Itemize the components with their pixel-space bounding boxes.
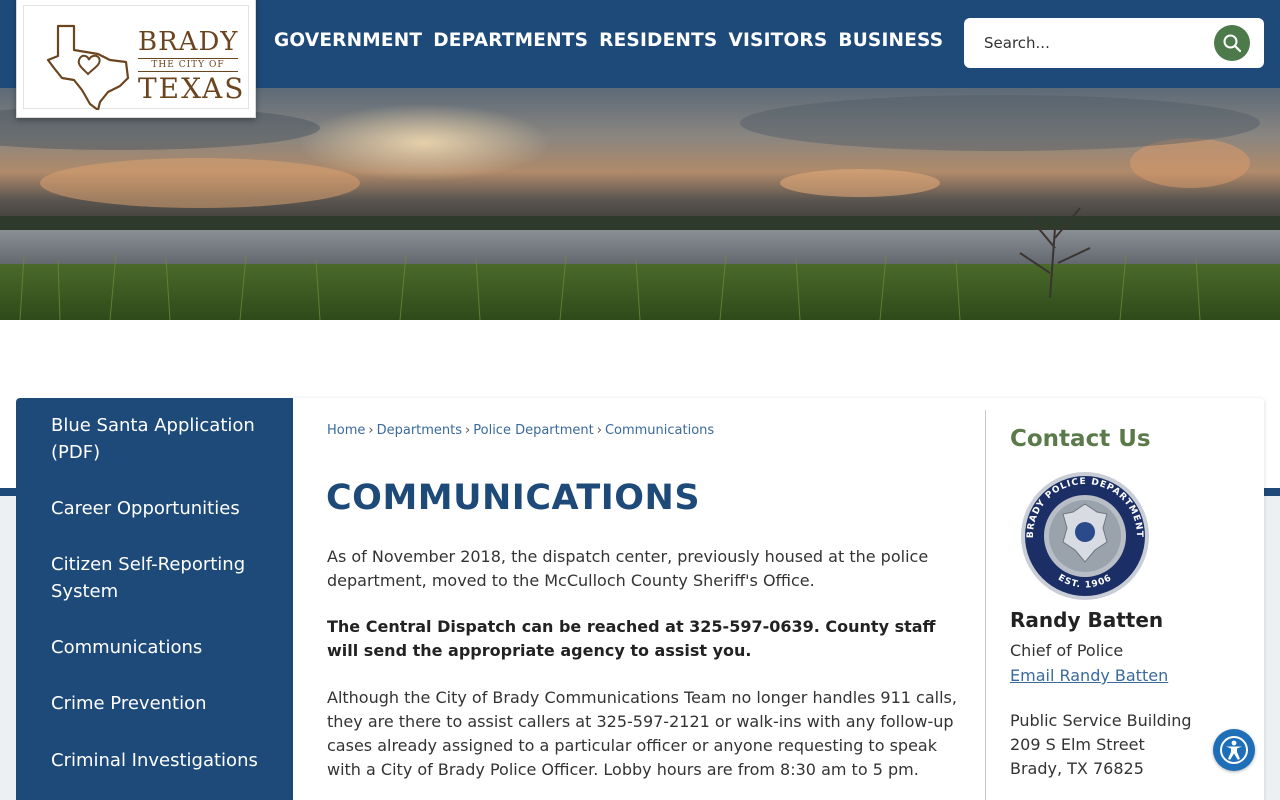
search-icon: [1223, 34, 1242, 53]
logo-wordmark: BRADY THE CITY OF TEXAS: [138, 27, 246, 105]
breadcrumb: Home › Departments › Police Department › Commu…: [327, 423, 714, 438]
contact-title: Contact Us: [1010, 426, 1151, 452]
breadcrumb-separator: ›: [596, 423, 602, 438]
contact-email-link[interactable]: Email Randy Batten: [1010, 666, 1168, 685]
nav-government[interactable]: GOVERNMENT: [274, 30, 422, 51]
police-badge-image: BRADY POLICE DEPARTMENT EST. 1906: [1021, 472, 1149, 600]
search-button[interactable]: [1214, 25, 1250, 61]
breadcrumb-current[interactable]: Communications: [605, 423, 714, 438]
sidebar-item-communications[interactable]: Communications: [51, 634, 271, 661]
search-box: [964, 18, 1264, 68]
breadcrumb-separator: ›: [368, 423, 374, 438]
logo-texas: TEXAS: [138, 72, 246, 105]
breadcrumb-separator: ›: [465, 423, 471, 438]
sidebar-item-criminal-investigations[interactable]: Criminal Investigations: [51, 747, 271, 774]
page-title: COMMUNICATIONS: [326, 478, 701, 518]
accessibility-button[interactable]: [1213, 729, 1255, 771]
intro-paragraph: As of November 2018, the dispatch center…: [327, 547, 929, 590]
nav-residents[interactable]: RESIDENTS: [599, 30, 717, 51]
contact-role: Chief of Police: [1010, 641, 1124, 660]
breadcrumb-police[interactable]: Police Department: [473, 423, 594, 438]
column-divider: [985, 410, 986, 800]
breadcrumb-home[interactable]: Home: [327, 423, 365, 438]
lake-sunset-image: [0, 88, 1280, 320]
logo-brady: BRADY: [138, 27, 239, 57]
sidebar-item-careers[interactable]: Career Opportunities: [51, 495, 271, 522]
nav-departments[interactable]: DEPARTMENTS: [433, 30, 588, 51]
breadcrumb-departments[interactable]: Departments: [377, 423, 462, 438]
hero-banner: [0, 88, 1280, 320]
sidebar-item-crime-prevention[interactable]: Crime Prevention: [51, 690, 271, 717]
dispatch-paragraph: The Central Dispatch can be reached at 3…: [327, 617, 936, 660]
contact-street: 209 S Elm Street: [1010, 735, 1145, 754]
contact-building: Public Service Building: [1010, 711, 1192, 730]
site-logo[interactable]: BRADY THE CITY OF TEXAS: [16, 0, 256, 118]
content-card: Home › Departments › Police Department › Commu…: [293, 398, 1264, 800]
nav-business[interactable]: BUSINESS: [838, 30, 943, 51]
contact-city: Brady, TX 76825: [1010, 759, 1144, 778]
main-nav: GOVERNMENT DEPARTMENTS RESIDENTS VISITOR…: [274, 30, 954, 51]
accessibility-icon: [1220, 736, 1248, 764]
logo-frame: BRADY THE CITY OF TEXAS: [23, 5, 249, 110]
search-input[interactable]: [984, 30, 1204, 56]
texas-heart-icon: [46, 24, 130, 110]
sidebar-item-self-reporting[interactable]: Citizen Self-Reporting System: [51, 551, 271, 605]
sidebar-item-blue-santa[interactable]: Blue Santa Application (PDF): [51, 412, 271, 466]
nav-visitors[interactable]: VISITORS: [728, 30, 827, 51]
team-paragraph: Although the City of Brady Communication…: [327, 688, 957, 779]
sidebar-nav: Blue Santa Application (PDF) Career Oppo…: [16, 398, 293, 800]
logo-city-of: THE CITY OF: [138, 58, 238, 72]
contact-name: Randy Batten: [1010, 608, 1164, 632]
contact-email-link-wrap: Email Randy Batten: [1010, 666, 1168, 685]
